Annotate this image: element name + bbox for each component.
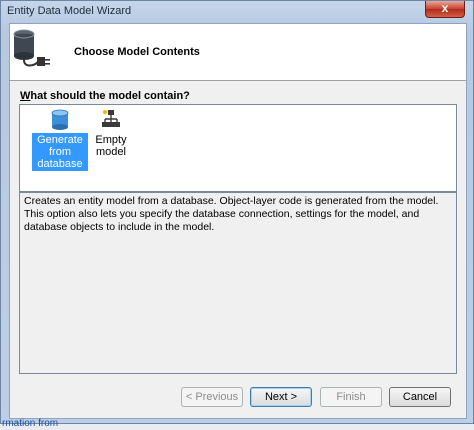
wizard-header: Choose Model Contents [10,24,466,81]
database-icon [51,109,69,130]
title-bar[interactable]: Entity Data Model Wizard x [1,1,473,23]
model-contents-list[interactable]: Generate from database Empty model [19,104,457,192]
previous-button[interactable]: < Previous [181,387,243,407]
list-item-label: Empty model [95,134,127,158]
cancel-button[interactable]: Cancel [389,387,451,407]
next-button[interactable]: Next > [250,387,312,407]
description-panel: Creates an entity model from a database.… [19,192,457,374]
finish-button[interactable]: Finish [320,387,382,407]
access-key-letter: W [20,90,31,102]
database-connector-icon [13,29,50,67]
close-button[interactable]: x [425,1,465,18]
window-title: Entity Data Model Wizard [7,5,132,17]
prompt-label-text: hat should the model contain? [30,90,190,102]
page-title: Choose Model Contents [74,46,200,58]
description-text: Creates an entity model from a database.… [24,195,439,233]
background-text: rmation from [2,418,59,429]
wizard-client-area: Choose Model Contents What should the mo… [9,23,467,419]
model-hierarchy-icon [102,110,120,127]
close-icon: x [441,1,449,15]
list-item-empty-model[interactable]: Empty model [78,109,144,159]
background-window-strip [0,424,474,430]
wizard-window: Entity Data Model Wizard x Choose Model … [0,0,474,424]
model-contents-label: What should the model contain? [20,90,190,102]
